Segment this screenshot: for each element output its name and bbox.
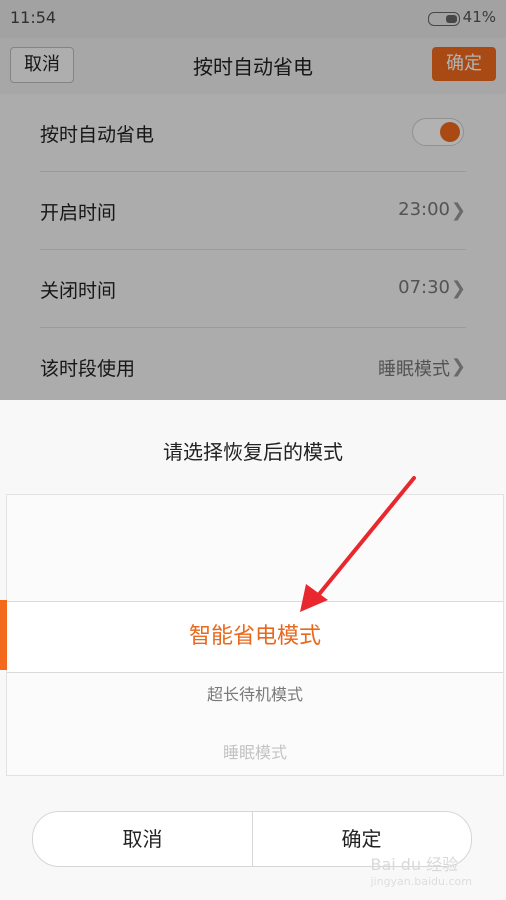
watermark-text: Bai du 经验 <box>370 855 459 874</box>
modal-overlay[interactable] <box>0 0 506 400</box>
selection-indicator <box>0 600 7 670</box>
dialog-cancel-button[interactable]: 取消 <box>33 812 252 866</box>
picker-option[interactable]: 超长待机模式 <box>7 681 503 705</box>
picker-option[interactable]: 睡眠模式 <box>7 739 503 763</box>
picker-option-selected[interactable]: 智能省电模式 <box>7 601 503 673</box>
watermark: Bai du 经验 jingyan.baidu.com <box>370 851 472 888</box>
watermark-url: jingyan.baidu.com <box>370 875 472 888</box>
mode-picker-wheel[interactable]: 智能省电模式 超长待机模式 睡眠模式 <box>6 494 504 776</box>
dialog-prompt: 请选择恢复后的模式 <box>163 440 343 464</box>
mode-picker-dialog: 请选择恢复后的模式 智能省电模式 超长待机模式 睡眠模式 取消 确定 <box>0 400 506 900</box>
